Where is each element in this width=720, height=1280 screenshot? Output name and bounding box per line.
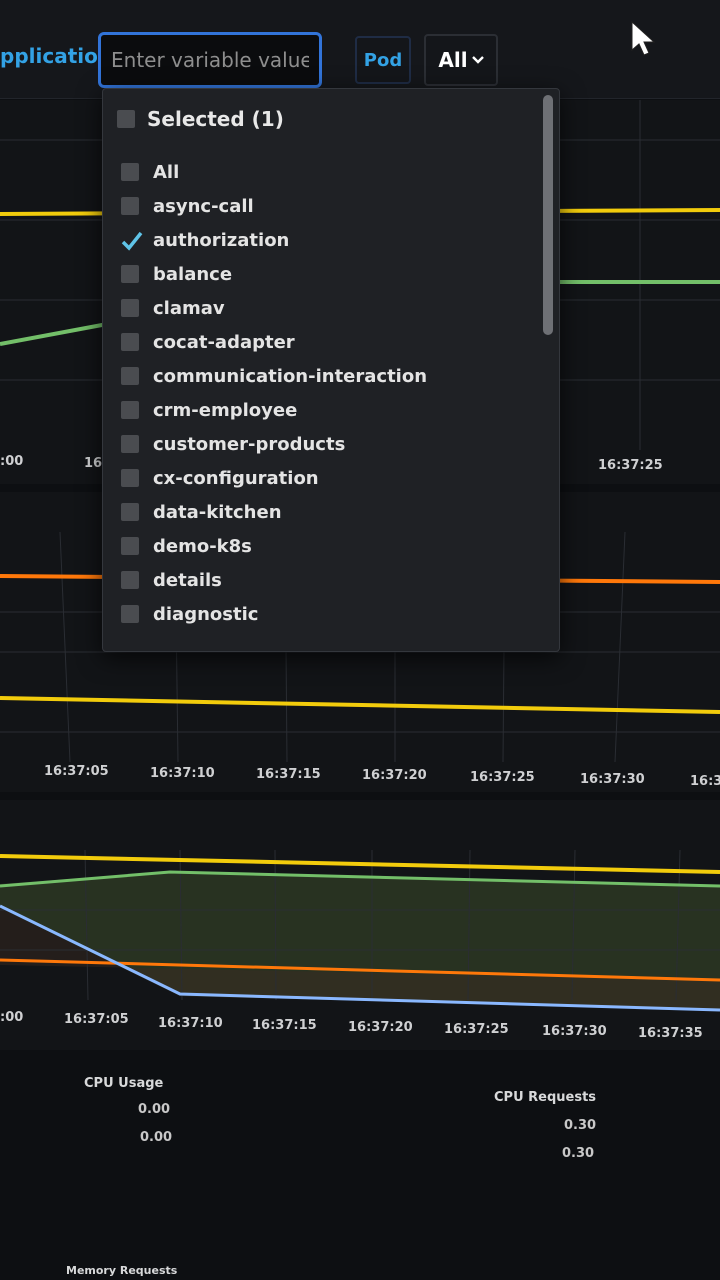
series-line-yellow [0, 696, 720, 714]
checkbox[interactable] [121, 367, 139, 385]
dropdown-option-label: crm-employee [153, 399, 298, 421]
cpu-requests-value: 0.30 [564, 1118, 597, 1133]
dropdown-option-label: communication-interaction [153, 365, 428, 387]
x-tick: 16:37:30 [580, 772, 645, 787]
variables-bar: pplication Pod All [0, 0, 720, 99]
x-tick: 16:3 [690, 774, 720, 789]
cpu-usage-value: 0.00 [138, 1102, 171, 1117]
x-tick: 16:37:05 [64, 1012, 129, 1027]
cpu-requests-value: 0.30 [562, 1146, 595, 1161]
dropdown-option-label: async-call [153, 195, 254, 217]
dropdown-option[interactable]: async-call [121, 189, 531, 223]
dropdown-option-label: details [153, 569, 222, 591]
checkbox[interactable] [121, 333, 139, 351]
x-tick: 16:37:15 [256, 767, 321, 782]
checkbox[interactable] [121, 537, 139, 555]
checkbox[interactable] [121, 163, 139, 181]
dropdown-option[interactable]: authorization [121, 223, 531, 257]
x-tick: 16:37:35 [638, 1026, 703, 1041]
dropdown-option-label: balance [153, 263, 233, 285]
application-variable-label[interactable]: pplication [0, 44, 112, 68]
dropdown-option[interactable]: customer-products [121, 427, 531, 461]
x-tick: 16:37:20 [348, 1020, 413, 1035]
chevron-down-icon [471, 56, 484, 64]
checkbox[interactable] [121, 605, 139, 623]
x-tick: :00 [0, 1010, 24, 1025]
pod-options-dropdown[interactable]: Selected (1) All async-call authorization b… [102, 88, 560, 652]
dropdown-option[interactable]: communication-interaction [121, 359, 531, 393]
dropdown-option[interactable]: demo-k8s [121, 529, 531, 563]
selected-count-label: Selected (1) [147, 107, 284, 131]
pod-all-select-label: All [438, 48, 468, 72]
dropdown-option[interactable]: cx-configuration [121, 461, 531, 495]
dropdown-option[interactable]: crm-employee [121, 393, 531, 427]
checkbox[interactable] [121, 299, 139, 317]
x-tick: :00 [0, 454, 24, 469]
mouse-pointer-icon [631, 20, 656, 56]
x-tick: 16:37:25 [444, 1022, 509, 1037]
x-tick: 16:37:05 [44, 764, 109, 779]
graph-panel-3: :00 16:37:05 16:37:10 16:37:15 16:37:20 … [0, 800, 720, 1050]
dropdown-option[interactable]: clamav [121, 291, 531, 325]
checkbox[interactable] [121, 265, 139, 283]
checkmark-icon[interactable] [121, 231, 143, 251]
dropdown-option[interactable]: balance [121, 257, 531, 291]
checkbox[interactable] [121, 197, 139, 215]
dropdown-option-label: demo-k8s [153, 535, 252, 557]
series-line-yellow [0, 854, 720, 874]
dropdown-option-label: clamav [153, 297, 225, 319]
dropdown-option-label: authorization [153, 229, 290, 251]
dropdown-option-label: All [153, 161, 180, 183]
dropdown-option-label: cx-configuration [153, 467, 319, 489]
checkbox[interactable] [121, 435, 139, 453]
x-tick: 16:37:30 [542, 1024, 607, 1039]
x-tick: 16:37:20 [362, 768, 427, 783]
x-tick: 16:37:25 [470, 770, 535, 785]
dropdown-option-label: diagnostic [153, 603, 259, 625]
checkbox[interactable] [117, 110, 135, 128]
cpu-requests-label: CPU Requests [494, 1090, 597, 1105]
variable-value-input[interactable] [98, 32, 322, 88]
cpu-usage-value: 0.00 [140, 1130, 173, 1145]
dropdown-option[interactable]: diagnostic [121, 597, 531, 631]
cpu-usage-label: CPU Usage [84, 1076, 164, 1091]
dropdown-option[interactable]: cocat-adapter [121, 325, 531, 359]
dropdown-option-label: cocat-adapter [153, 331, 295, 353]
x-tick: 16:37:15 [252, 1018, 317, 1033]
checkbox[interactable] [121, 571, 139, 589]
checkbox[interactable] [121, 401, 139, 419]
dropdown-scrollbar[interactable] [543, 95, 553, 335]
memory-requests-label: Memory Requests [66, 1264, 178, 1277]
checkbox[interactable] [121, 503, 139, 521]
pod-all-select[interactable]: All [424, 34, 498, 86]
x-tick: 16:37:10 [150, 766, 215, 781]
selected-count-toggle[interactable]: Selected (1) [117, 107, 284, 131]
options-list: All async-call authorization balance clamav c… [121, 155, 531, 631]
dropdown-option[interactable]: All [121, 155, 531, 189]
x-tick: 16:37:10 [158, 1016, 223, 1031]
dropdown-option-label: data-kitchen [153, 501, 282, 523]
x-tick: 16:37:25 [598, 458, 663, 473]
dropdown-option[interactable]: data-kitchen [121, 495, 531, 529]
dropdown-option-label: customer-products [153, 433, 346, 455]
dropdown-option[interactable]: details [121, 563, 531, 597]
pod-variable-label[interactable]: Pod [355, 36, 411, 84]
checkbox[interactable] [121, 469, 139, 487]
